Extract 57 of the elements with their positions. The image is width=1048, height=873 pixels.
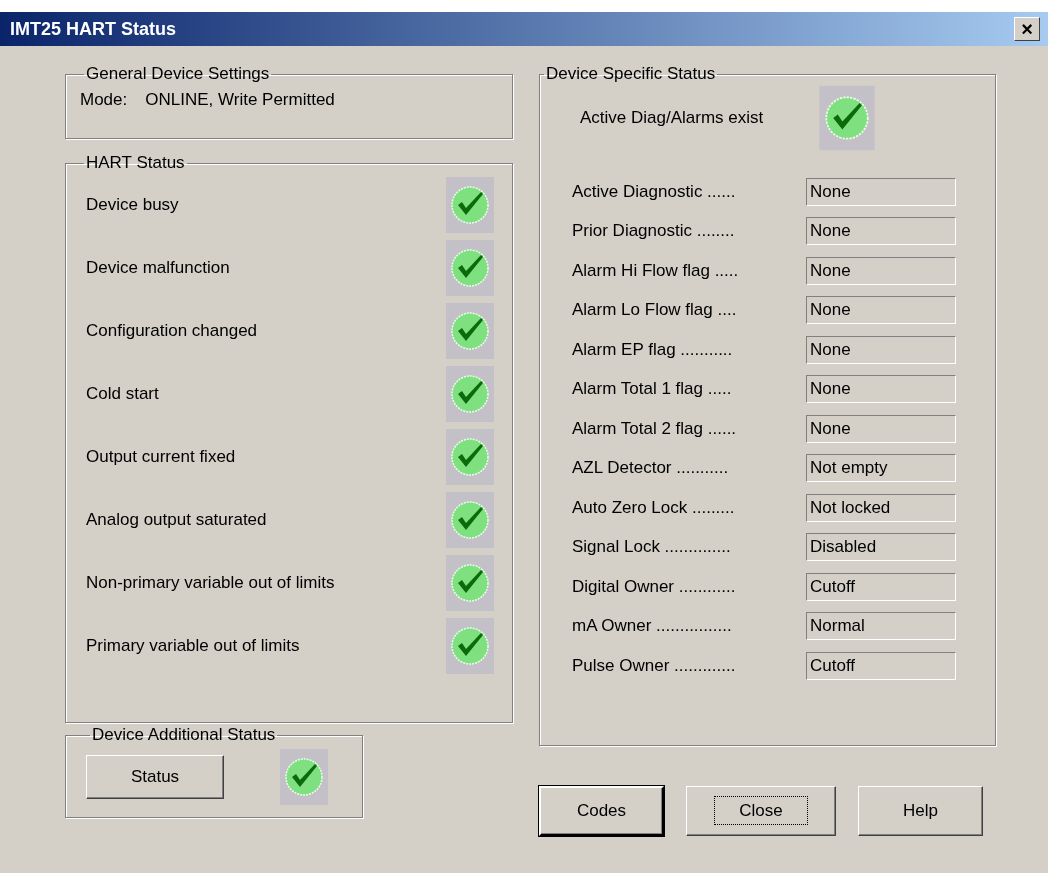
value-field: None	[806, 375, 956, 404]
field-label: mA Owner ................	[572, 616, 733, 637]
check-icon	[819, 85, 875, 151]
field-label: Active Diagnostic ......	[572, 181, 737, 202]
field-label: AZL Detector ...........	[572, 458, 730, 479]
field-label: Pulse Owner .............	[572, 655, 737, 676]
check-icon	[446, 617, 494, 674]
status-label: Primary variable out of limits	[86, 635, 300, 656]
value-field: None	[806, 177, 956, 206]
check-icon	[446, 428, 494, 485]
status-label: Analog output saturated	[86, 509, 267, 530]
value-field: None	[806, 217, 956, 246]
value-field: Cutoff	[806, 572, 956, 601]
check-icon	[446, 302, 494, 359]
field-label: Prior Diagnostic ........	[572, 221, 736, 242]
dialog-button[interactable]: Help	[858, 786, 983, 836]
check-icon	[446, 554, 494, 611]
value-field: Disabled	[806, 533, 956, 562]
field-label: Alarm Total 1 flag .....	[572, 379, 733, 400]
window-title: IMT25 HART Status	[10, 18, 177, 40]
value-field: None	[806, 335, 956, 364]
value-field: Cutoff	[806, 651, 956, 680]
group-title: HART Status	[85, 153, 186, 173]
check-icon	[446, 239, 494, 296]
field-label: Alarm Lo Flow flag ....	[572, 300, 738, 321]
check-icon	[446, 365, 494, 422]
field-label: Auto Zero Lock .........	[572, 497, 736, 518]
group-title: Device Additional Status	[91, 725, 277, 745]
value-field: Not locked	[806, 493, 956, 522]
value-field: Normal	[806, 612, 956, 641]
check-icon	[446, 491, 494, 548]
mode-value: ONLINE, Write Permitted	[145, 90, 335, 110]
status-button[interactable]: Status	[86, 755, 224, 799]
status-label: Device busy	[86, 194, 179, 215]
value-field: Not empty	[806, 454, 956, 483]
field-label: Alarm Total 2 flag ......	[572, 418, 738, 439]
group-title: General Device Settings	[85, 64, 271, 84]
dialog-button[interactable]: Close	[686, 786, 836, 836]
field-label: Digital Owner ............	[572, 576, 737, 597]
value-field: None	[806, 256, 956, 285]
status-label: Non-primary variable out of limits	[86, 572, 335, 593]
field-label: Alarm Hi Flow flag .....	[572, 260, 740, 281]
value-field: None	[806, 296, 956, 325]
status-label: Cold start	[86, 383, 159, 404]
value-field: None	[806, 414, 956, 443]
check-icon	[446, 176, 494, 233]
close-button[interactable]: ×	[1014, 17, 1040, 41]
field-label: Alarm EP flag ...........	[572, 339, 734, 360]
status-label: Output current fixed	[86, 446, 236, 467]
check-icon	[280, 749, 328, 805]
status-label: Device malfunction	[86, 257, 230, 278]
field-label: Signal Lock ..............	[572, 537, 732, 558]
alarm-label: Active Diag/Alarms exist	[580, 108, 764, 128]
mode-label: Mode:	[80, 90, 128, 110]
dialog-button[interactable]: Codes	[539, 786, 664, 836]
group-title: Device Specific Status	[545, 64, 717, 84]
status-label: Configuration changed	[86, 320, 258, 341]
